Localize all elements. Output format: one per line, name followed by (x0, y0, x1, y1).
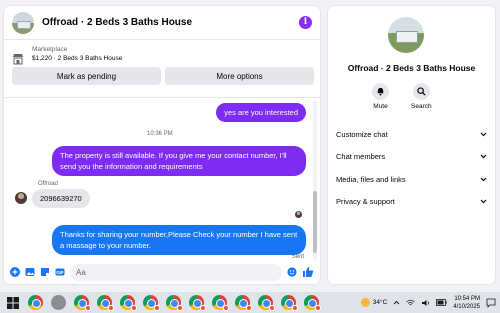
chrome-icon[interactable] (74, 295, 91, 311)
clock-date: 4/10/2025 (453, 303, 480, 310)
chat-header: Offroad · 2 Beds 3 Baths House i (4, 6, 320, 40)
chrome-icon[interactable] (120, 295, 137, 311)
message-outgoing[interactable]: yes are you interested (216, 103, 306, 122)
chevron-down-icon (480, 177, 487, 182)
sender-name: Offroad (38, 181, 58, 187)
temperature: 34°C (372, 299, 388, 306)
sticker-icon[interactable] (40, 267, 50, 277)
clock-time: 10:54 PM (454, 295, 480, 302)
messenger-page: Offroad · 2 Beds 3 Baths House i Marketp… (0, 0, 500, 313)
mark-as-pending-button[interactable]: Mark as pending (12, 67, 161, 85)
message-input-container (70, 263, 282, 281)
emoji-icon[interactable] (287, 267, 297, 277)
message-composer: GIF (4, 260, 320, 284)
search-label: Search (411, 103, 432, 110)
chrome-icon[interactable] (212, 295, 229, 311)
chrome-icon[interactable] (281, 295, 298, 311)
chrome-icon[interactable] (97, 295, 114, 311)
listing-summary[interactable]: $1,220 · 2 Beds 3 Baths House (32, 55, 312, 62)
chevron-up-icon[interactable] (393, 300, 400, 305)
photo-icon[interactable] (25, 267, 35, 277)
search-icon (417, 87, 426, 96)
notification-icon[interactable] (486, 298, 496, 308)
speaker-icon[interactable] (421, 299, 430, 307)
mute-label: Mute (373, 103, 388, 110)
chrome-icon[interactable] (235, 295, 252, 311)
menu-chat-members[interactable]: Chat members (336, 146, 487, 169)
chrome-icon[interactable] (166, 295, 183, 311)
sun-icon (360, 298, 370, 307)
plus-icon[interactable] (10, 267, 20, 277)
menu-label: Media, files and links (336, 174, 406, 184)
chat-title[interactable]: Offroad · 2 Beds 3 Baths House (42, 17, 299, 28)
more-options-button[interactable]: More options (165, 67, 314, 85)
conversation-details-panel: Offroad · 2 Beds 3 Baths House Mute Sear… (328, 6, 495, 284)
chat-avatar[interactable] (12, 11, 34, 34)
scrollbar[interactable] (313, 101, 317, 261)
marketplace-icon (13, 54, 23, 65)
windows-taskbar: 34°C 10:54 PM 4/10/2025 (0, 292, 500, 313)
message-input[interactable] (76, 267, 276, 277)
scroll-thumb[interactable] (313, 191, 317, 253)
chat-panel: Offroad · 2 Beds 3 Baths House i Marketp… (4, 6, 320, 284)
marketplace-label: Marketplace (32, 46, 68, 53)
menu-label: Customize chat (336, 129, 388, 139)
app-icon[interactable] (51, 295, 66, 310)
chevron-down-icon (480, 154, 487, 159)
chrome-icon[interactable] (28, 295, 43, 310)
chrome-icon[interactable] (304, 295, 321, 311)
marketplace-listing: Marketplace $1,220 · 2 Beds 3 Baths Hous… (4, 40, 320, 98)
menu-label: Chat members (336, 152, 386, 162)
conversation-title: Offroad · 2 Beds 3 Baths House (347, 63, 476, 73)
message-incoming[interactable]: 2096639270 (32, 189, 90, 208)
mute-button[interactable]: Mute (372, 83, 389, 110)
gif-icon[interactable]: GIF (55, 267, 65, 277)
chrome-icon[interactable] (189, 295, 206, 311)
bell-icon (377, 87, 384, 96)
menu-media-files-links[interactable]: Media, files and links (336, 168, 487, 191)
menu-customize-chat[interactable]: Customize chat (336, 123, 487, 146)
svg-text:GIF: GIF (56, 270, 64, 275)
menu-label: Privacy & support (336, 197, 395, 207)
wifi-icon[interactable] (406, 299, 416, 307)
details-menu: Customize chat Chat members Media, files… (336, 123, 487, 213)
taskbar-apps (28, 295, 321, 311)
message-timestamp: 10:36 PM (147, 131, 173, 137)
chevron-down-icon (480, 132, 487, 137)
search-button[interactable]: Search (411, 83, 432, 110)
info-icon[interactable]: i (299, 16, 312, 29)
message-list[interactable]: yes are you interested 10:36 PM The prop… (4, 99, 320, 261)
thumbs-up-icon[interactable] (302, 266, 314, 278)
chevron-down-icon (480, 199, 487, 204)
message-outgoing[interactable]: Thanks for sharing your number,Please Ch… (52, 225, 306, 255)
conversation-avatar[interactable] (388, 17, 424, 53)
menu-privacy-support[interactable]: Privacy & support (336, 191, 487, 214)
message-outgoing[interactable]: The property is still available. If you … (52, 146, 306, 176)
system-tray: 34°C 10:54 PM 4/10/2025 (360, 292, 496, 313)
weather-widget[interactable]: 34°C (360, 298, 388, 307)
windows-start-icon[interactable] (6, 296, 20, 310)
battery-icon[interactable] (436, 299, 447, 306)
read-receipt-avatar (295, 211, 302, 218)
chrome-icon[interactable] (258, 295, 275, 311)
sender-avatar[interactable] (15, 192, 27, 204)
chrome-icon[interactable] (143, 295, 160, 311)
taskbar-clock[interactable]: 10:54 PM 4/10/2025 (453, 295, 480, 311)
